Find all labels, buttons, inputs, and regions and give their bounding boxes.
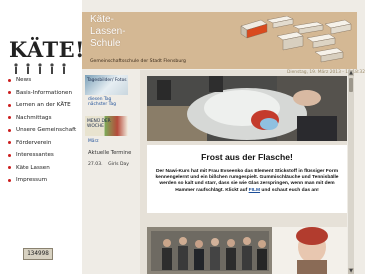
group-photo[interactable]: [147, 227, 347, 274]
school-logo[interactable]: KÄTE!: [4, 17, 84, 74]
school-name[interactable]: Käte- Lassen- Schule: [90, 14, 126, 50]
bullet-icon: [8, 116, 11, 120]
nav-item-news[interactable]: News: [8, 74, 76, 87]
thumbnail-caption: Tagesbilder/ Fotos: [87, 78, 127, 83]
bullet-icon: [8, 91, 11, 95]
left-sidebar: KÄTE! News Basis-Informationen Lernen an…: [0, 0, 84, 274]
school-subtitle: Gemeinschaftsschule der Stadt Flensburg: [90, 59, 186, 64]
nav-item-gemeinschaft[interactable]: Unsere Gemeinschaft: [8, 124, 76, 137]
scroll-down-icon[interactable]: ▼: [348, 268, 354, 274]
page: KÄTE! News Basis-Informationen Lernen an…: [0, 0, 365, 274]
bullet-icon: [8, 178, 11, 182]
scrollbar-thumb[interactable]: [349, 78, 353, 92]
bullet-icon: [8, 141, 11, 145]
nav-item-interessantes[interactable]: Interessantes: [8, 149, 76, 162]
nav-item-label: News: [16, 77, 32, 84]
main-nav: News Basis-Informationen Lernen an der K…: [8, 74, 76, 187]
tagesbilder-thumbnail[interactable]: Tagesbilder/ Fotos: [85, 75, 128, 95]
thumbnail-caption: MENÜ DER WOCHE: [87, 119, 111, 129]
school-name-line: Lassen-: [90, 26, 126, 37]
header-blocks-graphic: [240, 16, 352, 63]
scroll-up-icon[interactable]: ▲: [348, 70, 354, 76]
month-link[interactable]: März: [88, 139, 99, 144]
nav-item-label: Förderverein: [16, 139, 52, 146]
bullet-icon: [8, 153, 11, 157]
article-title: Frost aus der Flasche!: [201, 152, 293, 162]
nitrogen-experiment-photo: [147, 76, 347, 141]
nav-item-label: Interessantes: [16, 152, 54, 159]
bullet-icon: [8, 128, 11, 132]
nav-item-label: Lernen an der KÄTE: [16, 102, 71, 109]
nav-item-lernen[interactable]: Lernen an der KÄTE: [8, 99, 76, 112]
nav-item-kaete-lassen[interactable]: Käte Lassen: [8, 162, 76, 175]
group-photo-image: [147, 227, 347, 274]
next-day-link[interactable]: nächster Tag: [88, 102, 116, 107]
termin-date: 27.03.: [88, 162, 103, 167]
bullet-icon: [8, 103, 11, 107]
school-name-line: Schule: [90, 38, 121, 49]
bullet-icon: [8, 78, 11, 82]
nav-item-basis-informationen[interactable]: Basis-Informationen: [8, 87, 76, 100]
visitor-counter: 134998: [23, 248, 53, 260]
nav-item-label: Nachmittags: [16, 114, 52, 121]
aktuelle-termine-heading: Aktuelle Termine: [88, 150, 132, 156]
school-name-line: Käte-: [90, 14, 114, 25]
nav-item-label: Unsere Gemeinschaft: [16, 127, 77, 134]
logo-text: KÄTE!: [9, 37, 85, 62]
nav-item-impressum[interactable]: Impressum: [8, 174, 76, 187]
article-photo[interactable]: [147, 76, 347, 141]
film-link[interactable]: FILM: [249, 188, 260, 193]
nav-item-label: Impressum: [16, 177, 48, 184]
nav-item-label: Basis-Informationen: [16, 89, 73, 96]
bullet-icon: [8, 166, 11, 170]
article-card: Frost aus der Flasche! Der Nawi-Kurs hat…: [147, 145, 347, 213]
nav-item-foerderverein[interactable]: Förderverein: [8, 137, 76, 150]
site-header: Käte- Lassen- Schule Gemeinschaftsschule…: [82, 12, 357, 69]
article-text: und schaut euch das an!: [260, 187, 319, 193]
nav-item-label: Käte Lassen: [16, 164, 50, 171]
menu-der-woche-thumbnail[interactable]: MENÜ DER WOCHE: [85, 116, 128, 136]
termin-item[interactable]: 27.03. Girls Day: [88, 162, 129, 167]
content-scrollbar[interactable]: ▲ ▼: [348, 70, 354, 274]
termin-label: Girls Day: [108, 162, 130, 167]
nav-item-nachmittags[interactable]: Nachmittags: [8, 112, 76, 125]
article-body: Der Nawi-Kurs hat mit Frau Evseenko das …: [155, 169, 339, 194]
